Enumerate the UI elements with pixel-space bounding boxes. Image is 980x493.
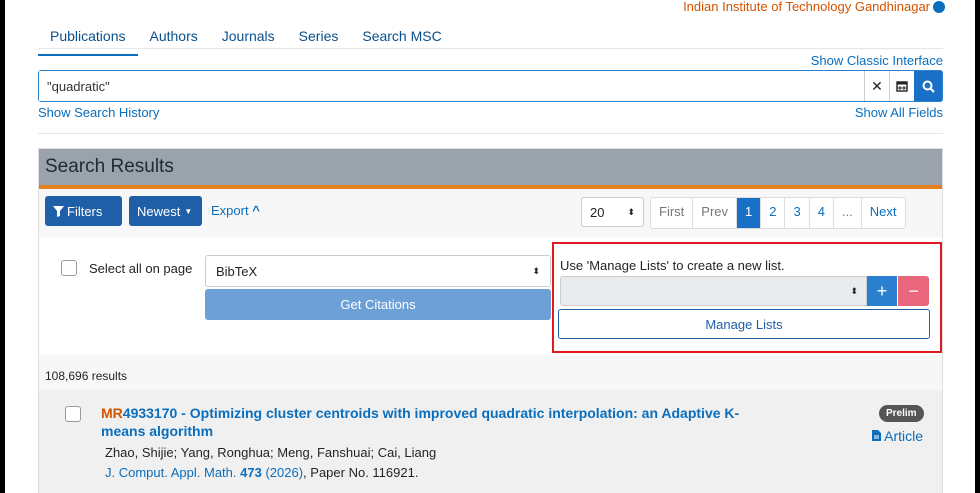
page: Indian Institute of Technology Gandhinag… xyxy=(5,0,975,493)
select-arrows-icon: ⬍ xyxy=(532,265,540,276)
manage-lists-hint: Use 'Manage Lists' to create a new list. xyxy=(560,258,785,273)
journal-link[interactable]: J. Comput. Appl. Math. xyxy=(105,465,237,480)
export-toggle[interactable]: Export ^ xyxy=(211,203,260,218)
show-all-fields-link[interactable]: Show All Fields xyxy=(855,105,943,120)
filters-button[interactable]: Filters xyxy=(45,196,122,226)
select-arrows-icon: ⬍ xyxy=(850,285,858,296)
year-link[interactable]: (2026) xyxy=(265,465,303,480)
page-ellipsis: ... xyxy=(832,198,861,228)
manage-lists-button[interactable]: Manage Lists xyxy=(558,309,930,339)
main-nav: Publications Authors Journals Series Sea… xyxy=(38,28,454,56)
caret-down-icon: ▼ xyxy=(184,206,193,216)
page-first[interactable]: First xyxy=(651,198,692,228)
document-icon xyxy=(872,430,881,441)
paper-number: , Paper No. 116921. xyxy=(303,465,419,480)
per-page-select[interactable]: 20 ⬍ xyxy=(581,197,644,227)
tab-series[interactable]: Series xyxy=(287,28,351,56)
sort-label: Newest xyxy=(137,203,181,219)
close-icon[interactable]: ✕ xyxy=(864,71,889,101)
select-all-label: Select all on page xyxy=(89,261,193,276)
sort-newest-button[interactable]: Newest ▼ xyxy=(129,196,202,226)
mr-prefix: MR xyxy=(101,405,123,421)
pagination: First Prev 1 2 3 4 ... Next xyxy=(650,197,906,229)
list-select[interactable]: ⬍ xyxy=(560,276,867,306)
page-prev[interactable]: Prev xyxy=(692,198,736,228)
tab-search-msc[interactable]: Search MSC xyxy=(350,28,453,56)
export-label: Export xyxy=(211,203,249,218)
institution-label: Indian Institute of Technology Gandhinag… xyxy=(5,0,945,14)
search-bar: ✕ xyxy=(38,70,943,102)
volume-link[interactable]: 473 xyxy=(240,465,262,480)
page-3[interactable]: 3 xyxy=(784,198,808,228)
select-all-checkbox[interactable] xyxy=(61,260,77,276)
page-4[interactable]: 4 xyxy=(808,198,833,228)
calendar-icon[interactable] xyxy=(889,71,914,101)
search-icon[interactable] xyxy=(914,71,942,101)
nav-divider xyxy=(38,48,943,49)
mr-number: 4933170 xyxy=(122,405,178,421)
globe-icon xyxy=(933,1,945,13)
article-link[interactable]: Article xyxy=(872,428,923,444)
result-citation: J. Comput. Appl. Math. 473 (2026), Paper… xyxy=(105,465,418,480)
result-title-link[interactable]: MR4933170 - Optimizing cluster centroids… xyxy=(101,404,741,440)
per-page-value: 20 xyxy=(590,204,605,220)
add-list-button[interactable]: + xyxy=(867,276,897,306)
result-title: Optimizing cluster centroids with improv… xyxy=(101,405,740,439)
results-count: 108,696 results xyxy=(45,369,128,383)
result-authors: Zhao, Shijie; Yang, Ronghua; Meng, Fansh… xyxy=(105,445,437,460)
article-label: Article xyxy=(884,428,924,444)
show-search-history-link[interactable]: Show Search History xyxy=(38,105,159,120)
results-panel-title: Search Results xyxy=(39,149,942,189)
select-arrows-icon: ⬍ xyxy=(627,206,635,217)
get-citations-button[interactable]: Get Citations xyxy=(205,289,551,320)
result-checkbox[interactable] xyxy=(65,406,81,422)
tab-authors[interactable]: Authors xyxy=(138,28,210,56)
page-next[interactable]: Next xyxy=(860,198,905,228)
citation-format-value: BibTeX xyxy=(216,263,258,279)
filters-label: Filters xyxy=(67,203,103,219)
show-classic-link[interactable]: Show Classic Interface xyxy=(811,53,943,68)
filter-icon xyxy=(53,205,64,217)
citation-format-select[interactable]: BibTeX ⬍ xyxy=(205,255,551,287)
chevron-up-icon: ^ xyxy=(252,203,260,218)
page-1[interactable]: 1 xyxy=(736,198,761,228)
search-input[interactable] xyxy=(39,71,864,101)
page-2[interactable]: 2 xyxy=(760,198,784,228)
tab-publications[interactable]: Publications xyxy=(38,28,138,56)
tab-journals[interactable]: Journals xyxy=(210,28,287,56)
divider xyxy=(38,133,943,134)
remove-list-button[interactable]: − xyxy=(898,276,929,306)
prelim-badge: Prelim xyxy=(879,405,924,422)
